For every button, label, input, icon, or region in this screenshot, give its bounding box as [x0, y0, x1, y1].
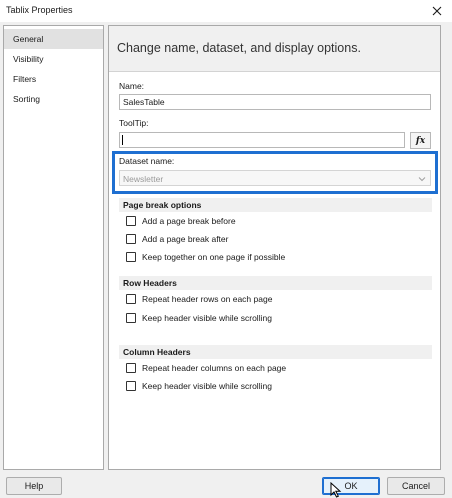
page-break-title: Page break options	[123, 200, 202, 210]
mouse-pointer-icon	[330, 482, 342, 498]
dataset-value: Newsletter	[123, 174, 164, 184]
page-break-after-label: Add a page break after	[142, 234, 229, 244]
close-icon	[432, 6, 442, 16]
repeat-columns-label: Repeat header columns on each page	[142, 363, 287, 373]
sidebar-item-filters[interactable]: Filters	[4, 69, 103, 89]
dataset-label: Dataset name:	[119, 156, 175, 166]
keep-together-label: Keep together on one page if possible	[142, 252, 286, 262]
function-icon: fx	[415, 135, 426, 146]
tooltip-input[interactable]	[119, 132, 405, 148]
row-header-visible-option[interactable]: Keep header visible while scrolling	[126, 312, 272, 324]
page-break-before-checkbox[interactable]	[126, 216, 136, 226]
name-input[interactable]	[119, 94, 431, 110]
sidebar-item-visibility[interactable]: Visibility	[4, 49, 103, 69]
page-break-after-option[interactable]: Add a page break after	[126, 233, 228, 245]
repeat-rows-label: Repeat header rows on each page	[142, 294, 273, 304]
column-header-visible-label: Keep header visible while scrolling	[142, 381, 272, 391]
repeat-rows-checkbox[interactable]	[126, 294, 136, 304]
row-header-visible-label: Keep header visible while scrolling	[142, 313, 272, 323]
repeat-rows-option[interactable]: Repeat header rows on each page	[126, 293, 272, 305]
page-title: Change name, dataset, and display option…	[117, 41, 361, 55]
sidebar-item-sorting[interactable]: Sorting	[4, 89, 103, 109]
cancel-button[interactable]: Cancel	[387, 477, 445, 495]
help-button[interactable]: Help	[6, 477, 62, 495]
keep-together-option[interactable]: Keep together on one page if possible	[126, 251, 285, 263]
keep-together-checkbox[interactable]	[126, 252, 136, 262]
page-break-before-option[interactable]: Add a page break before	[126, 215, 236, 227]
column-headers-title: Column Headers	[123, 347, 191, 357]
sidebar-item-general[interactable]: General	[4, 29, 103, 49]
column-headers-header: Column Headers	[119, 345, 432, 359]
row-header-visible-checkbox[interactable]	[126, 313, 136, 323]
page-break-after-checkbox[interactable]	[126, 234, 136, 244]
close-button[interactable]	[422, 0, 452, 22]
title-bar: Tablix Properties	[0, 0, 452, 22]
row-headers-title: Row Headers	[123, 278, 177, 288]
row-headers-header: Row Headers	[119, 276, 432, 290]
chevron-down-icon	[418, 177, 426, 182]
column-header-visible-checkbox[interactable]	[126, 381, 136, 391]
dataset-select[interactable]: Newsletter	[119, 170, 431, 186]
main-panel: Change name, dataset, and display option…	[108, 25, 441, 470]
page-break-before-label: Add a page break before	[142, 216, 236, 226]
expression-button[interactable]: fx	[410, 132, 431, 149]
page-break-header: Page break options	[119, 198, 432, 212]
window-title: Tablix Properties	[6, 5, 73, 15]
repeat-columns-checkbox[interactable]	[126, 363, 136, 373]
page-header: Change name, dataset, and display option…	[109, 26, 440, 72]
name-label: Name:	[119, 81, 145, 91]
repeat-columns-option[interactable]: Repeat header columns on each page	[126, 362, 286, 374]
sidebar: General Visibility Filters Sorting	[3, 25, 104, 470]
text-caret	[122, 135, 123, 145]
tooltip-label: ToolTip:	[119, 118, 149, 128]
column-header-visible-option[interactable]: Keep header visible while scrolling	[126, 380, 272, 392]
